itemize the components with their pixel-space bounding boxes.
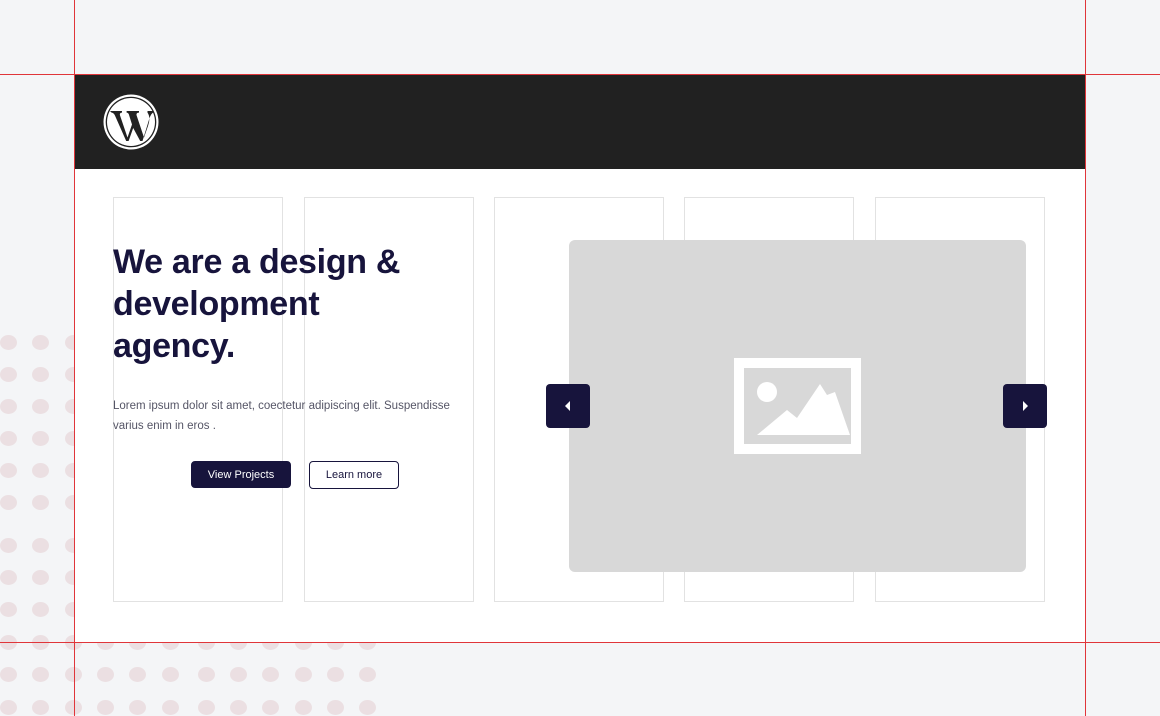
hero-description: Lorem ipsum dolor sit amet, coectetur ad… [113,400,450,432]
layout-guide-horizontal [0,642,1160,643]
decorative-dot [32,700,49,715]
decorative-dot [32,367,49,382]
decorative-dot [0,667,17,682]
decorative-dot [359,700,376,715]
decorative-dot [32,399,49,414]
decorative-dot [32,667,49,682]
decorative-dot [32,463,49,478]
decorative-dot [230,667,247,682]
site-header [75,75,1085,169]
decorative-dot [162,700,179,715]
decorative-dot [162,667,179,682]
image-slider [569,240,1026,572]
decorative-dot [32,495,49,510]
decorative-dot [295,700,312,715]
decorative-dot [32,431,49,446]
decorative-dot [230,700,247,715]
hero-title: We are a design & development agency. [113,243,401,365]
decorative-dot [359,667,376,682]
image-placeholder-icon [734,358,861,454]
decorative-dot [32,570,49,585]
slider-prev-button[interactable] [546,384,590,428]
layout-guide-vertical [1085,0,1086,716]
wordpress-logo-icon[interactable] [102,93,160,151]
decorative-dot [129,667,146,682]
learn-more-button[interactable]: Learn more [309,461,399,489]
decorative-dot [262,667,279,682]
page-frame: We are a design & development agency. Lo… [75,75,1085,642]
decorative-dot [327,667,344,682]
decorative-dot [32,538,49,553]
decorative-dot [32,602,49,617]
slider-next-button[interactable] [1003,384,1047,428]
decorative-dot [97,700,114,715]
caret-left-icon [565,401,570,411]
decorative-dot [0,367,17,382]
caret-right-icon [1023,401,1028,411]
decorative-dot [262,700,279,715]
decorative-dot [97,667,114,682]
decorative-dot [295,667,312,682]
decorative-dot [0,463,17,478]
decorative-dot [0,431,17,446]
decorative-dot [0,602,17,617]
decorative-dot [327,700,344,715]
view-projects-button[interactable]: View Projects [191,461,291,488]
decorative-dot [198,667,215,682]
decorative-dot [0,495,17,510]
decorative-dot [129,700,146,715]
layout-guide-vertical [74,0,75,716]
decorative-dot [32,335,49,350]
layout-guide-horizontal [0,74,1160,75]
decorative-dot [198,700,215,715]
decorative-dot [0,538,17,553]
decorative-dot [0,700,17,715]
decorative-dot [0,335,17,350]
decorative-dot [0,399,17,414]
decorative-dot [0,570,17,585]
